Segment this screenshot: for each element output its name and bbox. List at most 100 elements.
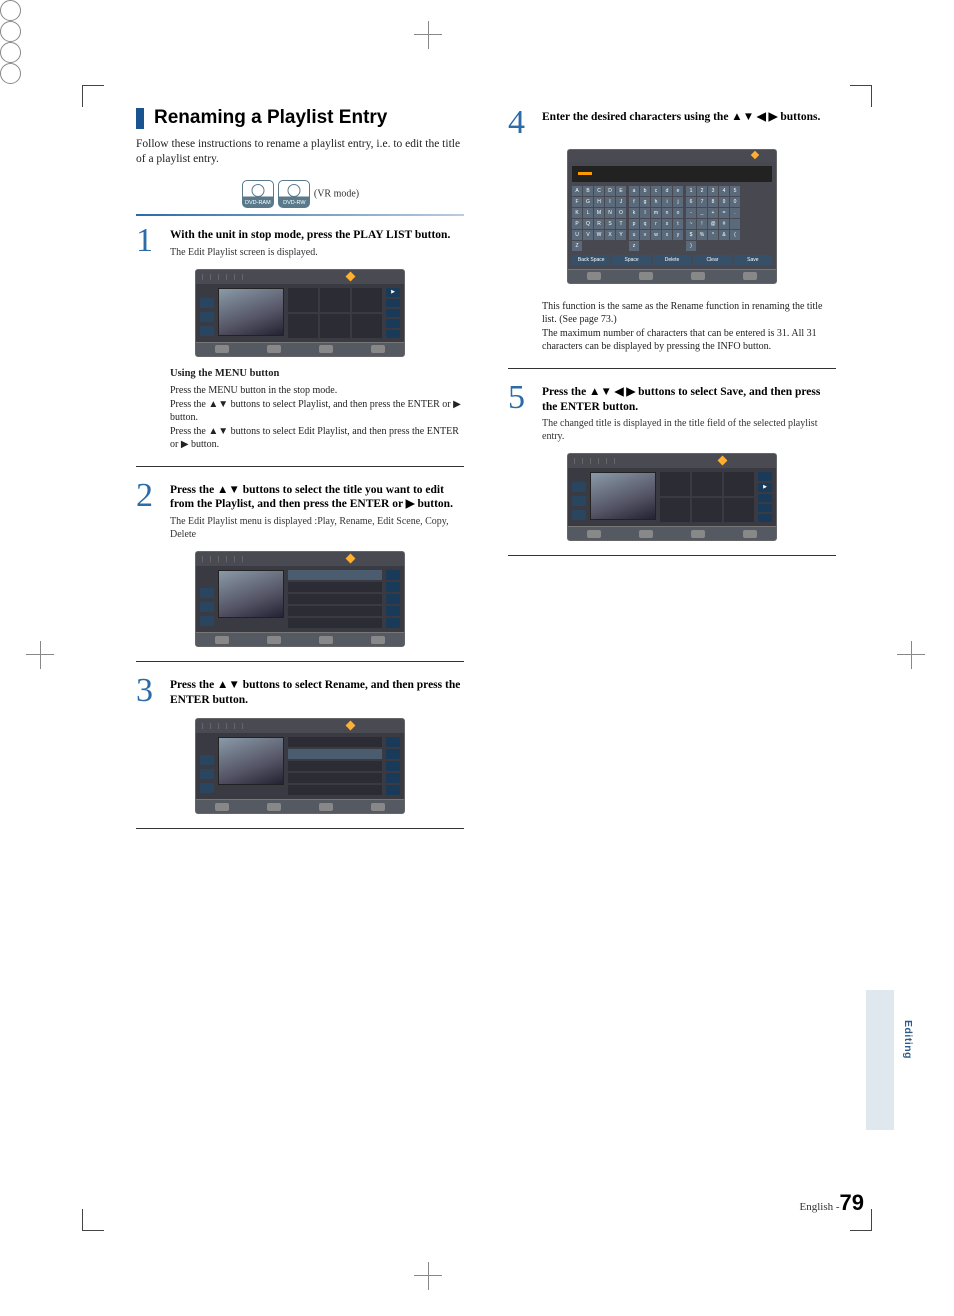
crop-mark <box>0 0 21 21</box>
keyboard-key: d <box>662 186 672 196</box>
keyboard-key: G <box>583 197 593 207</box>
menu-line: Press the ▲▼ buttons to select Playlist,… <box>170 398 464 425</box>
keyboard-key: k <box>629 208 639 218</box>
keyboard-key: N <box>605 208 615 218</box>
divider <box>508 555 836 556</box>
step-3: 3 Press the ▲▼ buttons to select Rename,… <box>136 676 464 708</box>
corner-mark <box>82 85 104 107</box>
intro-text: Follow these instructions to rename a pl… <box>136 137 464 168</box>
step-5: 5 Press the ▲▼ ◀ ▶ buttons to select Sav… <box>508 383 836 444</box>
step-number: 2 <box>136 481 170 512</box>
crop-mark <box>0 42 21 63</box>
keyboard-key: p <box>629 219 639 229</box>
keyboard-key: r <box>651 219 661 229</box>
keyboard-key: v <box>640 230 650 240</box>
page-number: 79 <box>840 1190 864 1215</box>
keyboard-key: $ <box>686 230 696 240</box>
keyboard-key: l <box>640 208 650 218</box>
step-number: 5 <box>508 383 542 414</box>
keyboard-key: u <box>629 230 639 240</box>
keyboard-key: 8 <box>708 197 718 207</box>
keyboard-action: Delete <box>653 255 691 265</box>
page-footer: English -79 <box>799 1190 864 1216</box>
step-number: 4 <box>508 108 542 139</box>
disc-badges: DVD-RAM DVD-RW (VR mode) <box>136 180 464 208</box>
menu-instructions: Using the MENU button Press the MENU but… <box>170 367 464 452</box>
keyboard-key: - <box>686 208 696 218</box>
step-2: 2 Press the ▲▼ buttons to select the tit… <box>136 481 464 542</box>
step-4-text: Enter the desired characters using the ▲… <box>542 111 820 123</box>
keyboard-key: . <box>730 208 740 218</box>
step-4: 4 Enter the desired characters using the… <box>508 108 836 139</box>
step-2-sub: The Edit Playlist menu is displayed :Pla… <box>170 515 464 541</box>
section-tab-label: Editing <box>902 1020 914 1059</box>
divider <box>136 661 464 662</box>
step-5-sub: The changed title is displayed in the ti… <box>542 417 836 443</box>
keyboard-action: Back Space <box>572 255 610 265</box>
keyboard-key: j <box>673 197 683 207</box>
keyboard-key: ^ <box>708 230 718 240</box>
keyboard-key: Y <box>616 230 626 240</box>
keyboard-key: J <box>616 197 626 207</box>
step-5-text: Press the ▲▼ ◀ ▶ buttons to select Save,… <box>542 386 820 413</box>
keyboard-key: t <box>673 219 683 229</box>
keyboard-key: z <box>629 241 639 251</box>
corner-mark <box>850 85 872 107</box>
keyboard-key: c <box>651 186 661 196</box>
keyboard-key: w <box>651 230 661 240</box>
playlist-menu-screenshot <box>195 551 405 647</box>
keyboard-key: % <box>697 230 707 240</box>
keyboard-key: V <box>583 230 593 240</box>
keyboard-key: s <box>662 219 672 229</box>
keyboard-key: A <box>572 186 582 196</box>
keyboard-key: X <box>605 230 615 240</box>
keyboard-key: x <box>662 230 672 240</box>
corner-mark <box>82 1209 104 1231</box>
keyboard-key: H <box>594 197 604 207</box>
divider <box>136 828 464 829</box>
menu-line: Press the MENU button in the stop mode. <box>170 384 464 398</box>
keyboard-key: o <box>673 208 683 218</box>
divider <box>136 466 464 467</box>
step-number: 1 <box>136 226 170 257</box>
keyboard-key: K <box>572 208 582 218</box>
keyboard-key: M <box>594 208 604 218</box>
crop-mark <box>428 1262 429 1290</box>
crop-mark <box>911 641 912 669</box>
onscreen-keyboard-screenshot: ABCDEFGHIJKLMNOPQRSTUVWXYZ abcdefghijklm… <box>567 149 777 284</box>
crop-mark <box>40 641 41 669</box>
crop-mark <box>428 21 429 49</box>
keyboard-key: 0 <box>730 197 740 207</box>
dvd-rw-icon: DVD-RW <box>278 180 310 208</box>
keyboard-key: 7 <box>697 197 707 207</box>
note-line: The maximum number of characters that ca… <box>542 327 836 354</box>
keyboard-key: R <box>594 219 604 229</box>
keyboard-key: I <box>605 197 615 207</box>
keyboard-key: & <box>719 230 729 240</box>
keyboard-key: n <box>662 208 672 218</box>
keyboard-key: # <box>719 219 729 229</box>
keyboard-key: Q <box>583 219 593 229</box>
keyboard-key: F <box>572 197 582 207</box>
keyboard-key: 9 <box>719 197 729 207</box>
keyboard-key: 3 <box>708 186 718 196</box>
keyboard-key: C <box>594 186 604 196</box>
keyboard-action: Save <box>734 255 772 265</box>
dvd-ram-icon: DVD-RAM <box>242 180 274 208</box>
menu-line: Press the ▲▼ buttons to select Edit Play… <box>170 425 464 452</box>
saved-title-screenshot: ▶ <box>567 453 777 541</box>
keyboard-key: 5 <box>730 186 740 196</box>
keyboard-key: ( <box>730 230 740 240</box>
step-2-text: Press the ▲▼ buttons to select the title… <box>170 484 453 511</box>
crop-mark <box>0 63 21 84</box>
keyboard-key: L <box>583 208 593 218</box>
divider <box>136 214 464 216</box>
keyboard-key: b <box>640 186 650 196</box>
keyboard-key: i <box>662 197 672 207</box>
keyboard-key: e <box>673 186 683 196</box>
crop-mark <box>0 21 21 42</box>
keyboard-key: 4 <box>719 186 729 196</box>
keyboard-action: Clear <box>693 255 731 265</box>
keyboard-key: S <box>605 219 615 229</box>
vr-mode-label: (VR mode) <box>314 188 359 199</box>
